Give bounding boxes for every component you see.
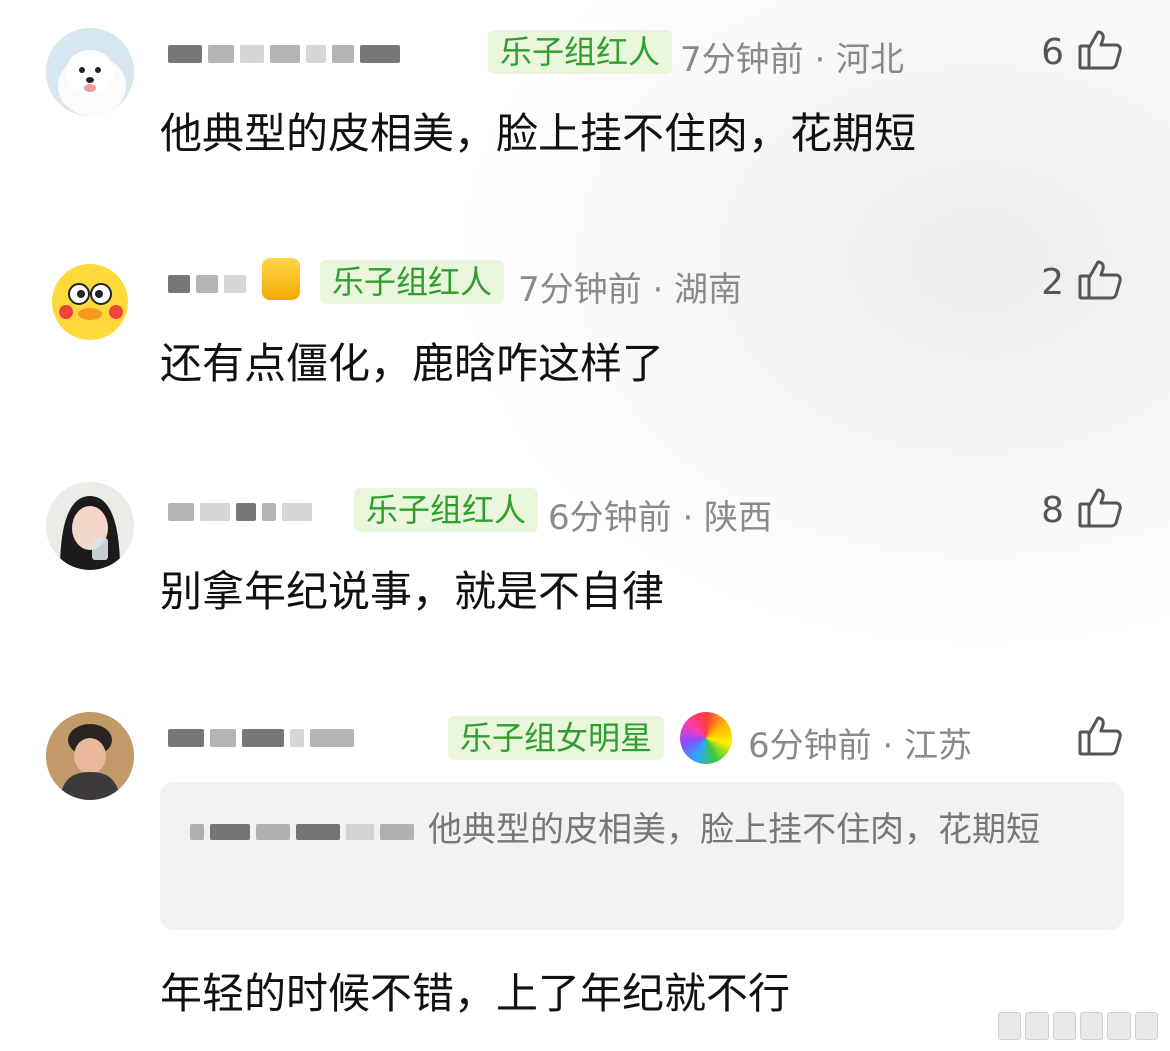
thumbs-up-icon (1076, 26, 1124, 78)
time-location: 6分钟前 · 江苏 (748, 726, 973, 766)
username-blurred[interactable] (168, 718, 354, 758)
thumbs-up-icon (1076, 256, 1124, 308)
time-location: 7分钟前 · 河北 (680, 40, 905, 80)
avatar[interactable] (46, 712, 134, 800)
fan-badge[interactable]: 乐子组红人 (354, 488, 539, 532)
time-location: 6分钟前 · 陕西 (548, 498, 773, 538)
quoted-reply-content: 他典型的皮相美，脸上挂不住肉，花期短 (190, 804, 1084, 856)
comment-text: 别拿年纪说事，就是不自律 (160, 567, 665, 616)
like-count: 8 (1041, 489, 1064, 531)
watermark-bar (998, 1012, 1158, 1040)
quoted-reply[interactable]: 他典型的皮相美，脸上挂不住肉，花期短 (160, 782, 1124, 930)
rainbow-medal-icon (680, 712, 732, 764)
fan-badge[interactable]: 乐子组红人 (320, 260, 505, 304)
thumbs-up-icon (1076, 484, 1124, 536)
avatar[interactable] (46, 256, 134, 344)
quoted-text: 他典型的皮相美，脸上挂不住肉，花期短 (428, 810, 1040, 850)
like-button[interactable]: 2 (1041, 256, 1124, 308)
like-button[interactable]: 8 (1041, 484, 1124, 536)
username-blurred[interactable] (168, 264, 246, 304)
like-button[interactable] (1064, 712, 1124, 764)
fan-badge[interactable]: 乐子组女明星 (448, 716, 665, 760)
comment-text: 还有点僵化，鹿晗咋这样了 (160, 339, 665, 388)
time-location: 7分钟前 · 湖南 (518, 270, 743, 310)
quoted-username-blurred (190, 815, 414, 849)
comment-text: 他典型的皮相美，脸上挂不住肉，花期短 (160, 109, 917, 158)
fan-badge[interactable]: 乐子组红人 (488, 30, 673, 74)
gold-vip-icon (262, 258, 300, 300)
thumbs-up-icon (1076, 712, 1124, 764)
username-blurred[interactable] (168, 34, 400, 74)
like-count: 6 (1041, 31, 1064, 73)
like-count: 2 (1041, 261, 1064, 303)
avatar[interactable] (46, 482, 134, 570)
like-button[interactable]: 6 (1041, 26, 1124, 78)
avatar[interactable] (46, 28, 134, 116)
comment-text: 年轻的时候不错，上了年纪就不行 (160, 969, 791, 1018)
username-blurred[interactable] (168, 492, 312, 532)
